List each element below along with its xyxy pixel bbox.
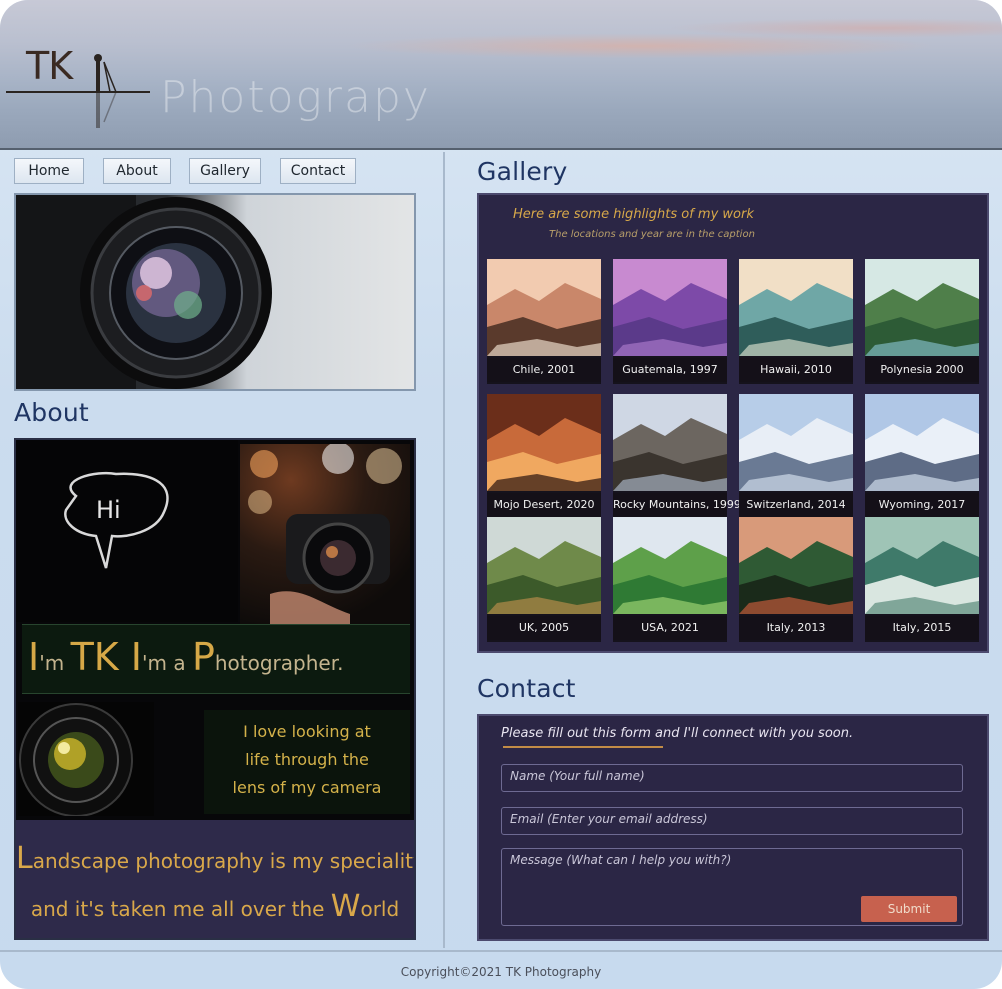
gallery-caption: Rocky Mountains, 1999: [613, 493, 741, 517]
gallery-photo[interactable]: [613, 517, 727, 614]
gallery-photo[interactable]: [613, 394, 727, 491]
gallery-photo[interactable]: [487, 259, 601, 356]
gallery-photo[interactable]: [487, 394, 601, 491]
column-divider: [443, 152, 445, 948]
gallery-photo[interactable]: [739, 394, 853, 491]
intro-text: I'm TK I'm a Photographer.: [28, 635, 343, 679]
speciality-box: Landscape photography is my speciality a…: [16, 820, 414, 938]
gallery-photo[interactable]: [487, 517, 601, 614]
hero-camera-image: [14, 193, 416, 391]
intro-banner: I'm TK I'm a Photographer.: [22, 624, 410, 694]
contact-underline: [503, 746, 663, 748]
logo-initials[interactable]: TK: [26, 44, 73, 88]
gallery-item[interactable]: USA, 2021: [613, 517, 727, 642]
speciality-line-1: Landscape photography is my speciality: [16, 836, 414, 884]
gallery-item[interactable]: Polynesia 2000: [865, 259, 979, 384]
love-line-3: lens of my camera: [232, 778, 382, 797]
gallery-item[interactable]: Guatemala, 1997: [613, 259, 727, 384]
gallery-item[interactable]: Rocky Mountains, 1999: [613, 394, 741, 519]
gallery-subheading: The locations and year are in the captio…: [549, 229, 755, 240]
nav-contact-button[interactable]: Contact: [280, 158, 356, 184]
gallery-photo[interactable]: [613, 259, 727, 356]
contact-intro: Please fill out this form and I'll conne…: [501, 726, 854, 741]
speciality-line-2-end: orld: [360, 897, 400, 921]
name-field[interactable]: Name (Your full name): [501, 764, 963, 792]
nav-about-button[interactable]: About: [103, 158, 171, 184]
logo-wordmark: Photograpy: [160, 72, 431, 123]
intro-ma: 'm a: [142, 651, 192, 675]
intro-photographer: hotographer.: [214, 651, 344, 675]
love-text-block: I love looking at life through the lens …: [204, 710, 410, 814]
gallery-photo[interactable]: [865, 259, 979, 356]
speciality-cap-l: L: [16, 841, 33, 876]
lens-icon: [19, 703, 133, 816]
gallery-photo[interactable]: [739, 259, 853, 356]
submit-button[interactable]: Submit: [861, 896, 957, 922]
gallery-photo[interactable]: [865, 517, 979, 614]
gallery-item[interactable]: Wyoming, 2017: [865, 394, 979, 519]
gallery-item[interactable]: Italy, 2015: [865, 517, 979, 642]
gallery-heading: Here are some highlights of my work: [513, 207, 754, 222]
gallery-caption: Chile, 2001: [487, 358, 601, 382]
gallery-item[interactable]: Italy, 2013: [739, 517, 853, 642]
nav-gallery-button[interactable]: Gallery: [189, 158, 261, 184]
gallery-caption: Hawaii, 2010: [739, 358, 853, 382]
main-nav: Home About Gallery Contact: [14, 158, 434, 184]
gallery-item[interactable]: Chile, 2001: [487, 259, 601, 384]
site-footer: Copyright©2021 TK Photography: [0, 950, 1002, 989]
gallery-caption: Mojo Desert, 2020: [487, 493, 601, 517]
gallery-item[interactable]: UK, 2005: [487, 517, 601, 642]
speciality-line-1-text: andscape photography is my speciality: [32, 849, 416, 873]
camera-hands-icon: [248, 444, 402, 624]
camera-lens-icon: [16, 195, 272, 389]
gallery-caption: Italy, 2015: [865, 616, 979, 640]
gallery-caption: Wyoming, 2017: [865, 493, 979, 517]
gallery-photo[interactable]: [739, 517, 853, 614]
about-title: About: [14, 398, 89, 427]
about-panel: Hi I'm TK I'm a Photographer. I love loo…: [14, 438, 416, 940]
gallery-caption: USA, 2021: [613, 616, 727, 640]
intro-i: I: [28, 635, 40, 679]
speech-bubble-icon: Hi: [64, 471, 169, 569]
gallery-caption: Switzerland, 2014: [739, 493, 853, 517]
gallery-caption: UK, 2005: [487, 616, 601, 640]
gallery-caption: Italy, 2013: [739, 616, 853, 640]
speciality-line-2: and it's taken me all over the World: [16, 884, 414, 932]
love-line-1: I love looking at: [243, 722, 371, 741]
intro-p: P: [191, 635, 215, 679]
photographer-silhouette-icon: [6, 54, 150, 128]
nav-home-button[interactable]: Home: [14, 158, 84, 184]
lens-closeup-image: [18, 702, 154, 816]
intro-tk: TK: [70, 635, 119, 679]
love-line-2: life through the: [245, 750, 369, 769]
gallery-caption: Guatemala, 1997: [613, 358, 727, 382]
gallery-photo[interactable]: [865, 394, 979, 491]
photographer-image: [240, 444, 410, 624]
gallery-item[interactable]: Hawaii, 2010: [739, 259, 853, 384]
gallery-title: Gallery: [477, 157, 568, 186]
hi-text: Hi: [96, 496, 121, 524]
contact-title: Contact: [477, 674, 576, 703]
site-header: TK Photograpy: [0, 0, 1002, 150]
gallery-panel: Here are some highlights of my work The …: [477, 193, 989, 653]
gallery-caption: Polynesia 2000: [865, 358, 979, 382]
intro-m: 'm: [39, 651, 71, 675]
copyright-text: Copyright©2021 TK Photography: [400, 965, 602, 979]
hi-chalk-image: Hi: [16, 440, 238, 622]
gallery-item[interactable]: Mojo Desert, 2020: [487, 394, 601, 519]
email-field[interactable]: Email (Enter your email address): [501, 807, 963, 835]
page-frame: TK Photograpy Home About Gallery Contact…: [0, 0, 1002, 989]
gallery-item[interactable]: Switzerland, 2014: [739, 394, 853, 519]
speciality-line-2-text: and it's taken me all over the: [30, 897, 331, 921]
speciality-cap-w: W: [330, 889, 361, 924]
contact-form: Please fill out this form and I'll conne…: [477, 714, 989, 941]
intro-i2: I: [118, 635, 142, 679]
